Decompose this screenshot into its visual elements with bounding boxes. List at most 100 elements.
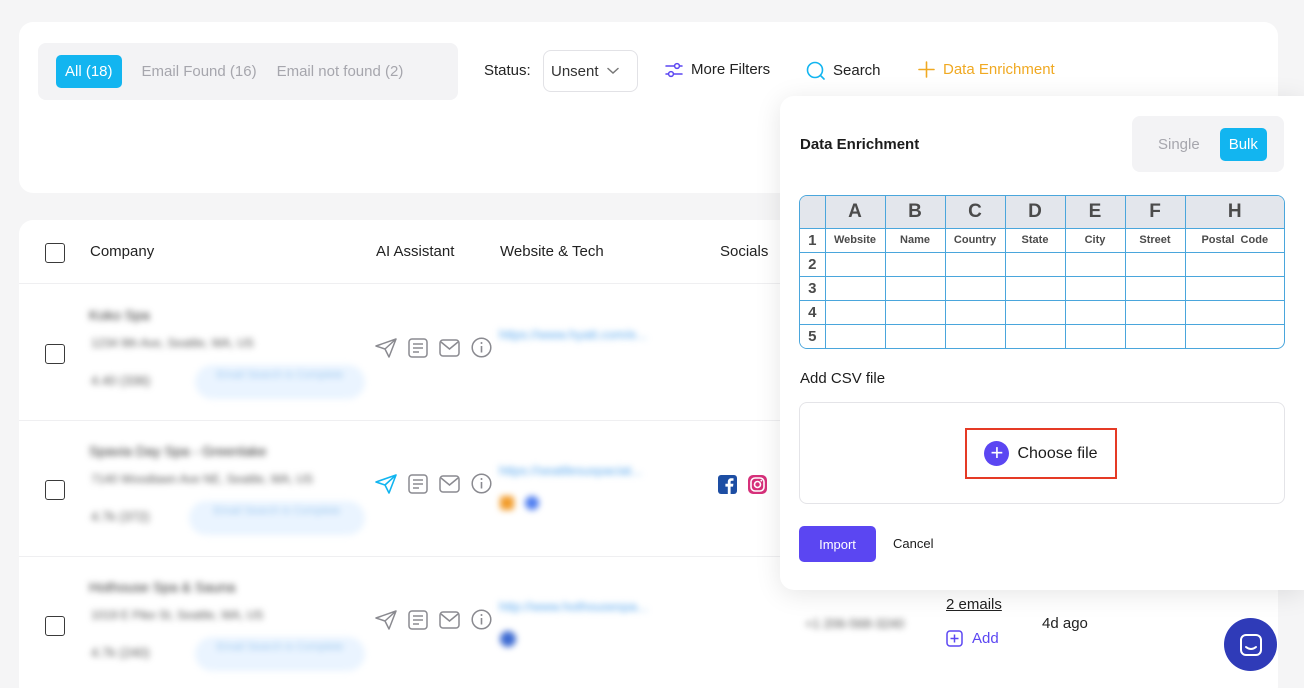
sliders-icon — [665, 62, 683, 77]
add-label: Add — [972, 630, 999, 647]
tech-icon — [525, 496, 539, 510]
document-icon[interactable] — [408, 609, 428, 630]
ai-assistant-actions — [375, 473, 492, 494]
status-label: Status: — [484, 62, 531, 79]
add-email-button[interactable]: Add — [946, 630, 999, 647]
status-pill: Email Search is Complete — [195, 637, 365, 671]
sheet-col-letter: F — [1124, 196, 1186, 229]
send-icon[interactable] — [375, 337, 397, 358]
sheet-header-cell: Website — [824, 227, 886, 253]
tech-icon — [500, 631, 516, 647]
sheet-row-number: 1 — [800, 227, 826, 253]
ai-assistant-actions — [375, 337, 492, 358]
status-value: Unsent — [551, 62, 599, 80]
mode-bulk[interactable]: Bulk — [1219, 127, 1267, 161]
sheet-header-cell: Name — [884, 227, 946, 253]
document-icon[interactable] — [408, 473, 428, 494]
panel-title: Data Enrichment — [800, 136, 920, 153]
result-tabs: All (18) Email Found (16) Email not foun… — [38, 43, 458, 100]
company-rating: 4.7k (240) — [91, 645, 150, 660]
company-address: 7140 Woodlawn Ave NE, Seattle, WA, US — [91, 472, 313, 486]
column-company[interactable]: Company — [90, 243, 154, 260]
mail-icon[interactable] — [439, 474, 460, 493]
data-enrichment-label: Data Enrichment — [943, 61, 1055, 78]
mode-toggle: Single Bulk — [1132, 116, 1284, 172]
chat-launcher[interactable] — [1224, 618, 1277, 671]
send-icon[interactable] — [375, 609, 397, 630]
sheet-col-letter: H — [1184, 196, 1284, 229]
search-icon — [806, 61, 825, 80]
csv-template-preview: A B C D E F H 1 Website Name Country Sta… — [799, 195, 1285, 349]
website-link[interactable]: https://www.hyatt.com/e... — [499, 327, 647, 342]
facebook-icon[interactable] — [718, 475, 737, 494]
sheet-row-number: 3 — [800, 275, 826, 301]
status-select[interactable]: Unsent — [543, 50, 638, 92]
company-address: 1019 E Pike St, Seattle, WA, US — [91, 608, 264, 622]
sheet-row-number: 4 — [800, 299, 826, 325]
sheet-row-number: 2 — [800, 251, 826, 277]
chat-icon — [1239, 633, 1262, 656]
website-link[interactable]: http://www.hothousespa... — [499, 599, 648, 614]
company-rating: 4.40 (336) — [91, 373, 151, 388]
row-checkbox[interactable] — [45, 616, 65, 636]
plus-icon — [918, 61, 935, 78]
column-ai-assistant[interactable]: AI Assistant — [376, 243, 454, 260]
sheet-header-cell: Postal Code — [1184, 227, 1284, 253]
instagram-icon[interactable] — [748, 475, 767, 494]
column-socials[interactable]: Socials — [720, 243, 768, 260]
data-enrichment-panel: Data Enrichment Single Bulk A B C D E F … — [780, 96, 1304, 590]
sheet-corner — [800, 196, 826, 229]
mail-icon[interactable] — [439, 610, 460, 629]
import-button[interactable]: Import — [799, 526, 876, 562]
sheet-header-cell: State — [1004, 227, 1066, 253]
chevron-down-icon — [606, 67, 619, 75]
more-filters-button[interactable]: More Filters — [665, 61, 770, 78]
ai-assistant-actions — [375, 609, 492, 630]
sheet-col-letter: E — [1064, 196, 1126, 229]
tab-email-not-found[interactable]: Email not found (2) — [277, 63, 404, 80]
more-filters-label: More Filters — [691, 61, 771, 78]
plus-circle-icon: + — [984, 441, 1010, 466]
cancel-button[interactable]: Cancel — [893, 536, 933, 551]
sheet-header-cell: Country — [944, 227, 1006, 253]
row-checkbox[interactable] — [45, 344, 65, 364]
company-name[interactable]: Koko Spa — [89, 307, 150, 323]
csv-label: Add CSV file — [800, 370, 886, 387]
company-rating: 4.7k (372) — [91, 509, 150, 524]
choose-file-label: Choose file — [1017, 444, 1098, 462]
select-all-checkbox[interactable] — [45, 243, 65, 263]
info-icon[interactable] — [471, 609, 492, 630]
company-name[interactable]: Spavia Day Spa - Greenlake — [89, 443, 266, 459]
add-square-icon — [946, 630, 963, 647]
mode-single[interactable]: Single — [1158, 136, 1200, 153]
sheet-header-cell: Street — [1124, 227, 1186, 253]
tech-icon — [500, 496, 514, 510]
sheet-col-letter: C — [944, 196, 1006, 229]
sheet-col-letter: A — [824, 196, 886, 229]
last-activity: 4d ago — [1042, 615, 1088, 632]
info-icon[interactable] — [471, 473, 492, 494]
search-label: Search — [833, 62, 881, 79]
emails-link[interactable]: 2 emails — [946, 596, 1002, 613]
column-website-tech[interactable]: Website & Tech — [500, 243, 604, 260]
document-icon[interactable] — [408, 337, 428, 358]
csv-dropzone[interactable]: + Choose file — [799, 402, 1285, 504]
send-icon[interactable] — [375, 473, 397, 494]
data-enrichment-button[interactable]: Data Enrichment — [918, 61, 1055, 78]
sheet-header-cell: City — [1064, 227, 1126, 253]
mail-icon[interactable] — [439, 338, 460, 357]
company-address: 1234 9th Ave, Seattle, WA, US — [91, 336, 254, 350]
sheet-row-number: 5 — [800, 323, 826, 348]
phone-number[interactable]: +1 206-568-3240 — [805, 616, 904, 631]
website-link[interactable]: https://seattlesuspaciat... — [499, 463, 642, 478]
tab-all[interactable]: All (18) — [56, 55, 122, 88]
search-button[interactable]: Search — [806, 61, 881, 80]
status-pill: Email Search is Complete — [195, 365, 365, 399]
company-name[interactable]: Hothouse Spa & Sauna — [89, 579, 235, 595]
info-icon[interactable] — [471, 337, 492, 358]
row-checkbox[interactable] — [45, 480, 65, 500]
sheet-col-letter: D — [1004, 196, 1066, 229]
tab-email-found[interactable]: Email Found (16) — [142, 63, 257, 80]
choose-file-button[interactable]: + Choose file — [965, 428, 1117, 479]
sheet-col-letter: B — [884, 196, 946, 229]
